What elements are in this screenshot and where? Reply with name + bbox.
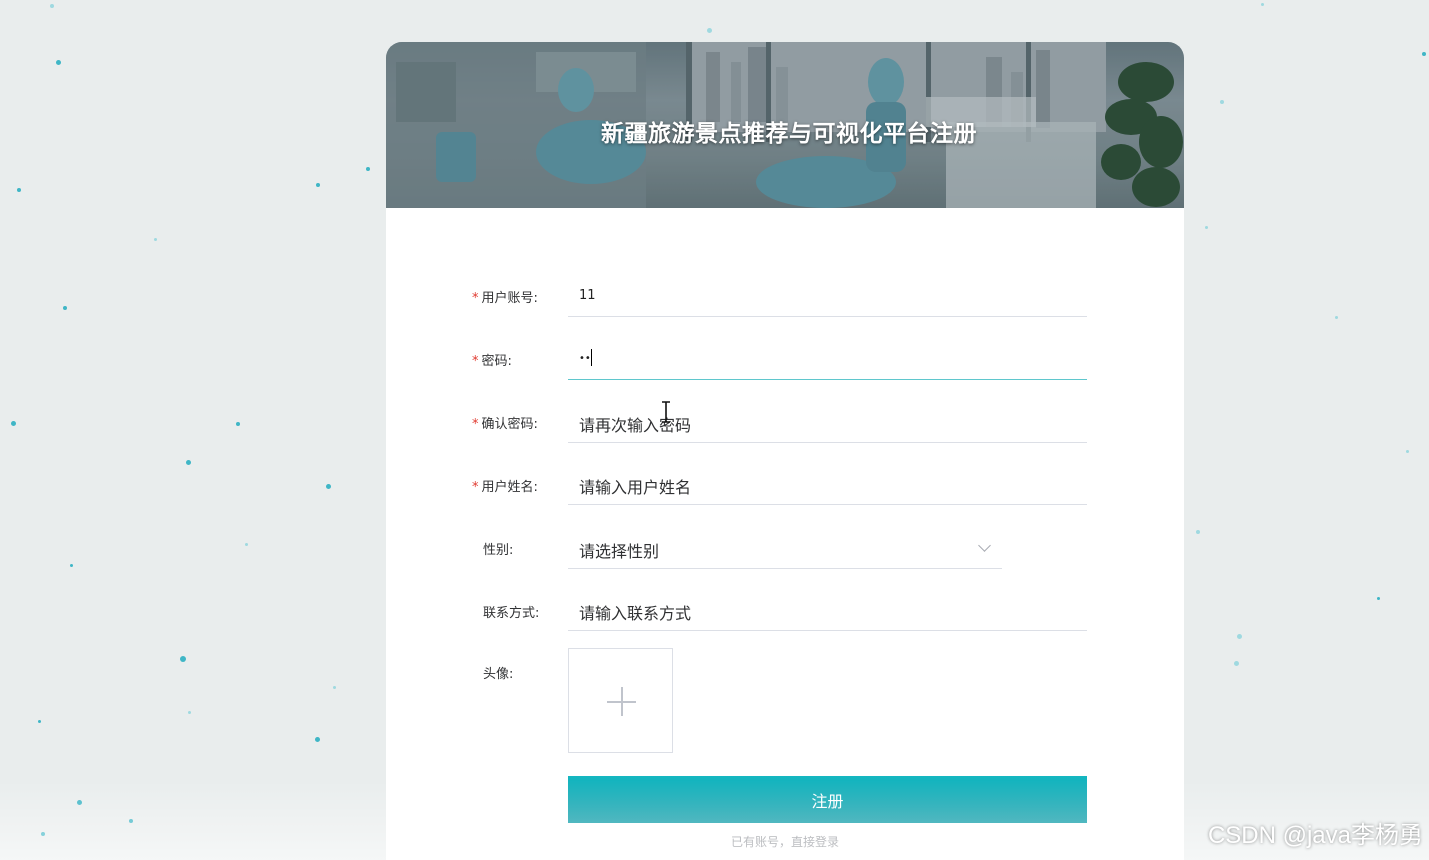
particle: [245, 543, 248, 546]
particle: [1196, 530, 1200, 534]
gender-select[interactable]: 请选择性别: [568, 529, 1002, 569]
password-label: * 密码:: [472, 354, 512, 369]
register-button[interactable]: 注册: [568, 776, 1087, 823]
particle: [333, 686, 336, 689]
particle: [17, 188, 21, 192]
particle: [129, 819, 133, 823]
required-mark: *: [472, 354, 479, 369]
particle: [236, 422, 240, 426]
contact-placeholder: 请输入联系方式: [579, 604, 692, 623]
username-label: * 用户姓名:: [472, 480, 538, 495]
particle: [315, 737, 320, 742]
username-input[interactable]: 请输入用户姓名: [568, 465, 1087, 505]
register-card: 新疆旅游景点推荐与可视化平台注册 * 用户账号: 11 * 密码: •• * 确认密码…: [386, 42, 1184, 860]
particle: [56, 60, 61, 65]
particle: [70, 564, 73, 567]
particle: [41, 832, 45, 836]
text-cursor-icon: [662, 401, 670, 423]
particle: [188, 711, 191, 714]
particle: [186, 460, 191, 465]
particle: [1220, 100, 1224, 104]
particle: [316, 183, 320, 187]
confirm-password-placeholder: 请再次输入密码: [579, 416, 692, 435]
particle: [366, 167, 370, 171]
login-link[interactable]: 已有账号，直接登录: [386, 833, 1184, 850]
account-input[interactable]: 11: [568, 277, 1087, 317]
header-banner: 新疆旅游景点推荐与可视化平台注册: [386, 42, 1184, 208]
particle: [1234, 661, 1239, 666]
particle: [180, 656, 186, 662]
particle: [154, 238, 157, 241]
particle: [11, 421, 16, 426]
particle: [1406, 450, 1409, 453]
text-caret: [591, 349, 592, 366]
chevron-down-icon: [978, 539, 991, 552]
particle: [50, 4, 54, 8]
particle: [326, 484, 331, 489]
username-placeholder: 请输入用户姓名: [579, 478, 692, 497]
contact-input[interactable]: 请输入联系方式: [568, 591, 1087, 631]
gender-placeholder: 请选择性别: [579, 542, 660, 561]
password-value: ••: [579, 353, 591, 364]
particle: [77, 800, 82, 805]
confirm-password-input[interactable]: 请再次输入密码: [568, 403, 1087, 443]
required-mark: *: [472, 480, 479, 495]
password-input[interactable]: ••: [568, 340, 1087, 380]
avatar-upload[interactable]: [568, 648, 673, 753]
avatar-label: 头像:: [483, 667, 514, 682]
particle: [1237, 634, 1242, 639]
watermark: CSDN @java李杨勇: [1207, 822, 1423, 849]
particle: [1422, 52, 1426, 56]
particle: [1377, 597, 1380, 600]
account-value: 11: [579, 288, 596, 303]
page-title: 新疆旅游景点推荐与可视化平台注册: [601, 121, 977, 147]
gender-label: 性别:: [483, 543, 514, 558]
particle: [707, 28, 712, 33]
particle: [1261, 3, 1264, 6]
required-mark: *: [472, 417, 479, 432]
particle: [1205, 226, 1208, 229]
particle: [63, 306, 67, 310]
particle: [1335, 316, 1338, 319]
particle: [38, 720, 41, 723]
required-mark: *: [472, 291, 479, 306]
account-label: * 用户账号:: [472, 291, 538, 306]
confirm-password-label: * 确认密码:: [472, 417, 538, 432]
contact-label: 联系方式:: [483, 606, 540, 621]
